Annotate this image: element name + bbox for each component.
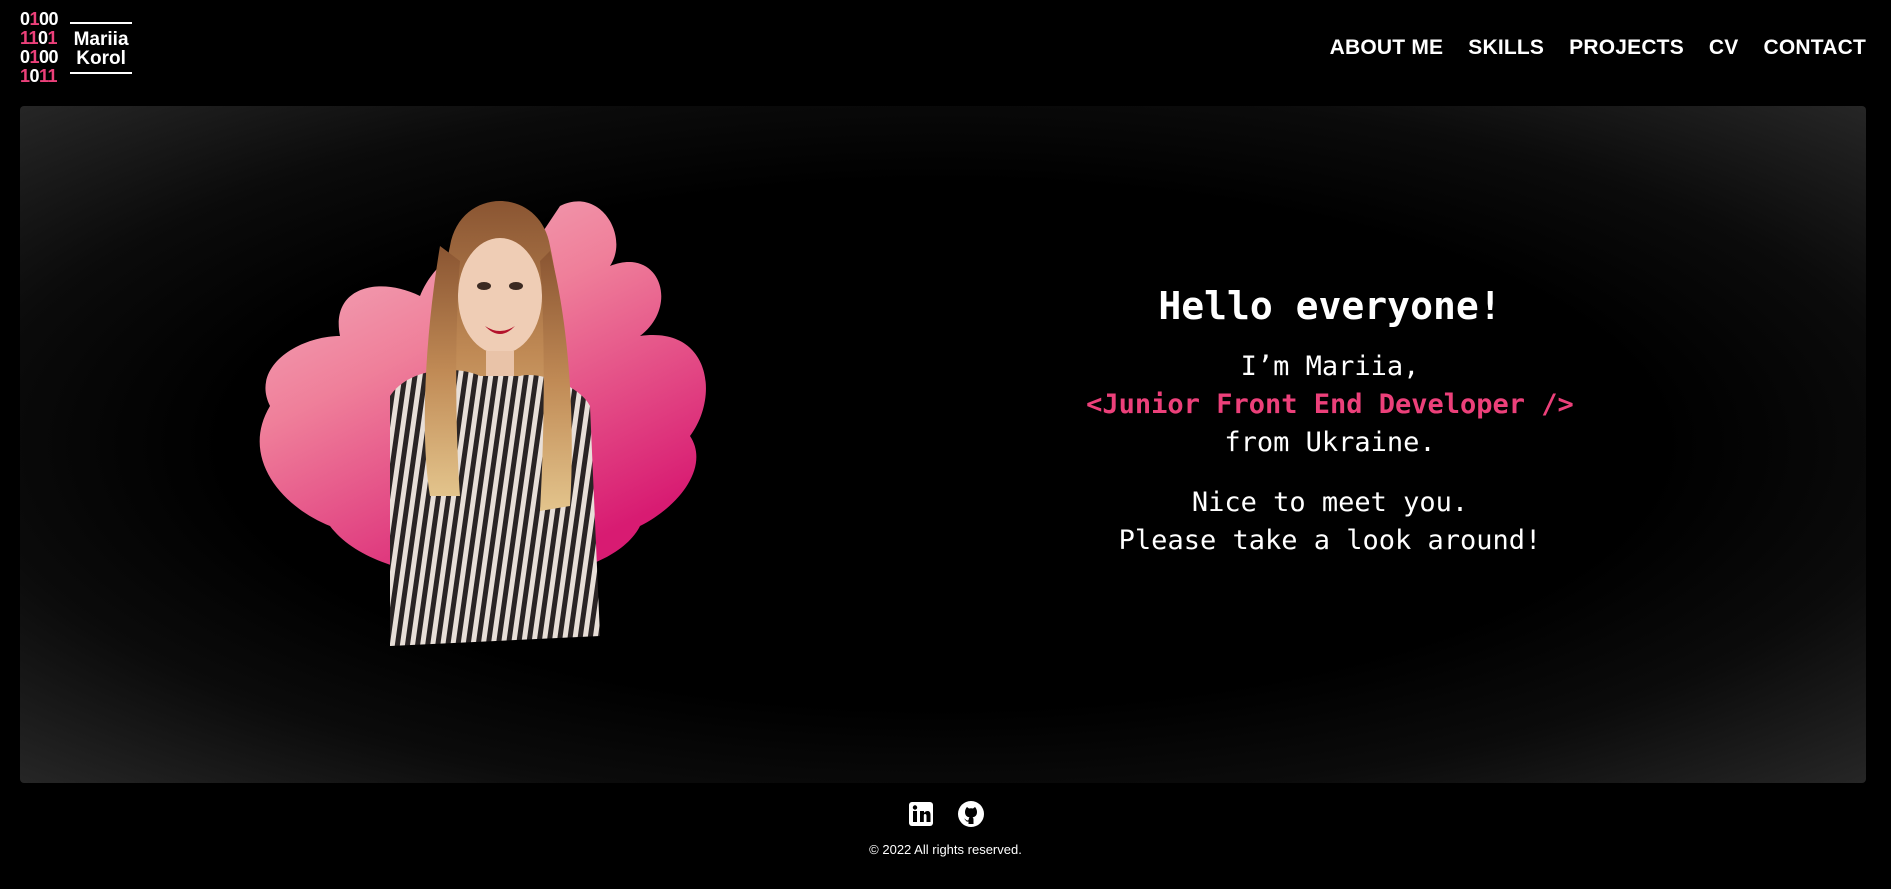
nav-cv[interactable]: CV — [1709, 36, 1739, 60]
logo-last-name: Korol — [76, 48, 126, 69]
site-footer: © 2022 All rights reserved. — [0, 800, 1891, 857]
nav-projects[interactable]: PROJECTS — [1569, 36, 1684, 60]
role-line: <Junior Front End Developer /> — [1086, 389, 1574, 420]
copyright-text: © 2022 All rights reserved. — [869, 842, 1022, 857]
nice-line: Nice to meet you. — [1191, 487, 1469, 518]
logo-first-name: Mariia — [73, 29, 129, 50]
github-icon[interactable] — [957, 800, 985, 828]
origin-line: from Ukraine. — [1224, 427, 1436, 458]
greeting-heading: Hello everyone! — [1158, 284, 1502, 328]
main-nav: ABOUT ME SKILLS PROJECTS CV CONTACT — [1330, 36, 1866, 60]
intro-text: Hello everyone! I’m Mariia, <Junior Fron… — [1020, 284, 1640, 560]
linkedin-icon[interactable] — [907, 800, 935, 828]
site-logo[interactable]: 0100 1101 0100 1011 Mariia Korol — [20, 9, 133, 86]
face-shape — [458, 238, 542, 354]
nav-skills[interactable]: SKILLS — [1468, 36, 1544, 60]
logo-binary: 0100 1101 0100 1011 — [20, 9, 59, 86]
nav-contact[interactable]: CONTACT — [1764, 36, 1867, 60]
social-links — [0, 800, 1891, 828]
look-around-line: Please take a look around! — [1118, 525, 1542, 556]
intro-line: I’m Mariia, — [1240, 351, 1420, 382]
welcome-block: Nice to meet you. Please take a look aro… — [1020, 484, 1640, 560]
nav-about-me[interactable]: ABOUT ME — [1330, 36, 1444, 60]
portrait-image — [259, 201, 706, 646]
site-header: 0100 1101 0100 1011 Mariia Korol ABOUT M… — [0, 0, 1891, 100]
logo-name: Mariia Korol — [70, 22, 133, 74]
hero-section: Hello everyone! I’m Mariia, <Junior Fron… — [20, 106, 1866, 783]
